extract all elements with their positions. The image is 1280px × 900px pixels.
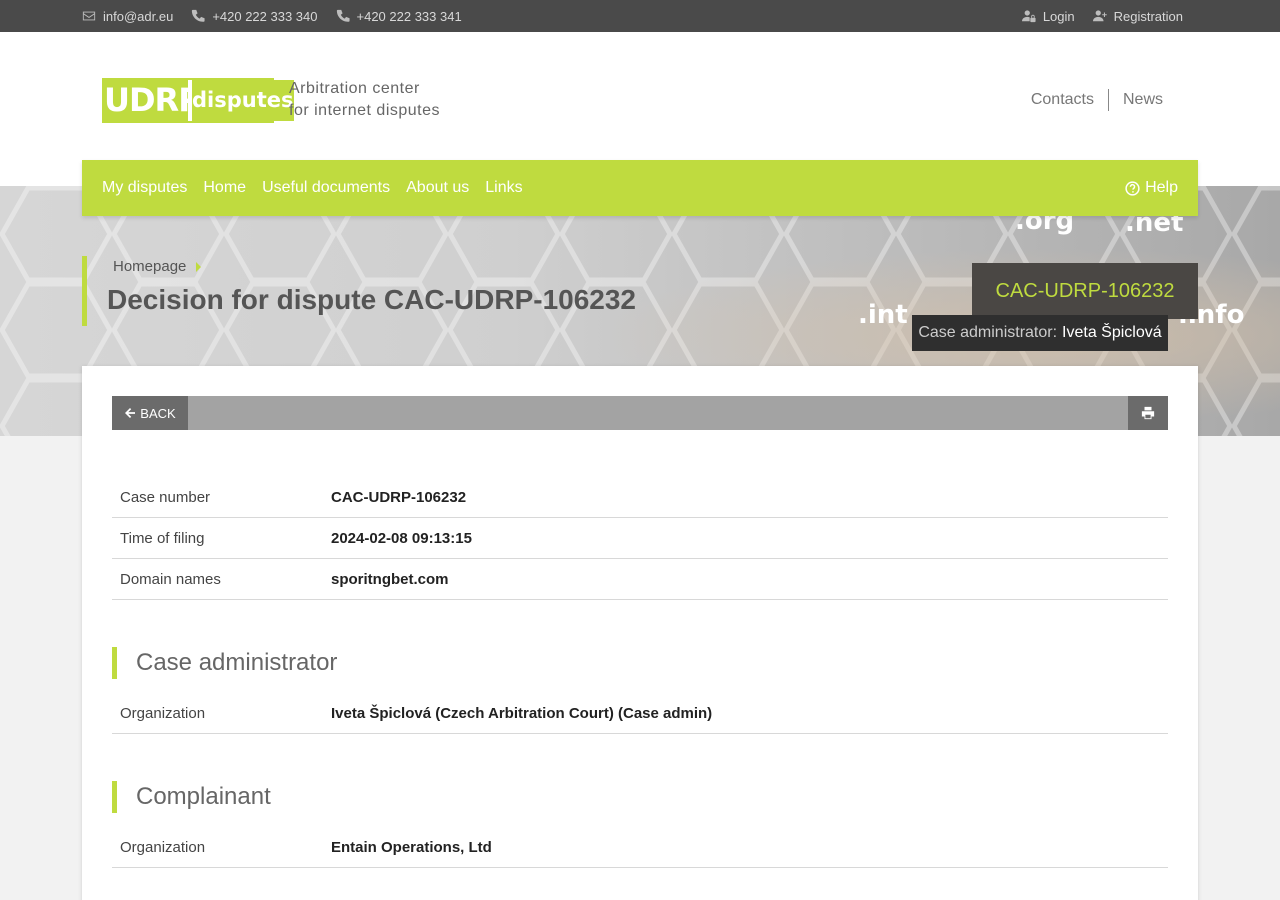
section-case-administrator: Case administrator bbox=[112, 647, 337, 679]
page-title: Decision for dispute CAC-UDRP-106232 bbox=[107, 284, 637, 315]
nav-my-disputes[interactable]: My disputes bbox=[102, 179, 187, 197]
row-label: Time of filing bbox=[120, 529, 205, 547]
logo-disputes: disputes bbox=[190, 80, 294, 121]
caret-right-icon bbox=[196, 261, 202, 272]
case-admin-name: Iveta Špiclová bbox=[1062, 324, 1162, 341]
back-label: BACK bbox=[140, 405, 176, 421]
row-label: Domain names bbox=[120, 570, 221, 588]
phone2-text: +420 222 333 341 bbox=[356, 8, 462, 24]
row-value: Entain Operations, Ltd bbox=[331, 838, 492, 856]
phone1-text: +420 222 333 340 bbox=[212, 8, 318, 24]
help-text: Help bbox=[1145, 179, 1178, 196]
case-number-tag: CAC-UDRP-106232 bbox=[972, 263, 1198, 319]
user-lock-icon bbox=[1021, 10, 1036, 23]
nav-links[interactable]: Links bbox=[485, 179, 522, 197]
site-logo[interactable]: UDRP disputes bbox=[102, 78, 294, 123]
question-circle-icon bbox=[1125, 180, 1140, 196]
domain-int: .int bbox=[858, 300, 908, 330]
envelope-icon bbox=[82, 11, 96, 21]
case-admin-label: Case administrator: bbox=[918, 324, 1058, 341]
row-value: Iveta Špiclová (Czech Arbitration Court)… bbox=[331, 704, 713, 722]
action-toolbar: BACK bbox=[112, 396, 1168, 430]
case-details-table: Case number CAC-UDRP-106232 Time of fili… bbox=[112, 477, 1168, 600]
tagline-line1: Arbitration center bbox=[289, 80, 420, 97]
nav-about-us[interactable]: About us bbox=[406, 179, 469, 197]
row-value: 2024-02-08 09:13:15 bbox=[331, 529, 472, 547]
back-button[interactable]: BACK bbox=[112, 396, 188, 430]
table-row: Case number CAC-UDRP-106232 bbox=[112, 477, 1168, 518]
content-card: BACK Case number CAC-UDRP-106232 Time of… bbox=[82, 366, 1198, 900]
print-button[interactable] bbox=[1128, 396, 1168, 430]
table-row: Time of filing 2024-02-08 09:13:15 bbox=[112, 518, 1168, 559]
row-label: Case number bbox=[120, 488, 211, 506]
main-nav: My disputes Home Useful documents About … bbox=[82, 160, 1198, 216]
phone1-link[interactable]: +420 222 333 340 bbox=[191, 8, 318, 24]
table-row: Organization Entain Operations, Ltd bbox=[112, 827, 1168, 868]
login-link[interactable]: Login bbox=[1021, 8, 1075, 24]
breadcrumb-home[interactable]: Homepage bbox=[113, 258, 186, 275]
page-heading: Homepage Decision for dispute CAC-UDRP-1… bbox=[82, 256, 636, 326]
table-row: Organization Iveta Špiclová (Czech Arbit… bbox=[112, 693, 1168, 734]
phone2-link[interactable]: +420 222 333 341 bbox=[336, 9, 462, 24]
row-label: Organization bbox=[120, 838, 206, 856]
user-plus-icon bbox=[1092, 10, 1107, 22]
row-value: sporitngbet.com bbox=[331, 570, 449, 588]
logo-udrp: UDRP bbox=[104, 80, 202, 121]
help-link[interactable]: Help bbox=[1125, 160, 1178, 216]
phone-icon bbox=[336, 9, 350, 22]
news-link[interactable]: News bbox=[1109, 91, 1163, 109]
nav-useful-documents[interactable]: Useful documents bbox=[262, 179, 390, 197]
contacts-link[interactable]: Contacts bbox=[1017, 91, 1108, 109]
nav-home[interactable]: Home bbox=[203, 179, 246, 197]
row-value: CAC-UDRP-106232 bbox=[331, 488, 467, 506]
email-link[interactable]: info@adr.eu bbox=[82, 9, 173, 24]
contact-info: info@adr.eu +420 222 333 340 +420 222 33… bbox=[82, 0, 462, 32]
registration-link[interactable]: Registration bbox=[1092, 8, 1183, 24]
case-admin-tag: Case administrator: Iveta Špiclová bbox=[912, 315, 1168, 351]
breadcrumb[interactable]: Homepage bbox=[113, 258, 202, 275]
login-text: Login bbox=[1042, 8, 1075, 24]
tagline-line2: for internet disputes bbox=[289, 102, 441, 119]
complainant-table: Organization Entain Operations, Ltd bbox=[112, 827, 1168, 868]
top-bar: info@adr.eu +420 222 333 340 +420 222 33… bbox=[0, 0, 1280, 32]
site-tagline: Arbitration center for internet disputes bbox=[289, 78, 440, 122]
header-links: Contacts News bbox=[1017, 89, 1163, 111]
phone-icon bbox=[192, 9, 205, 22]
arrow-left-icon bbox=[125, 408, 136, 418]
print-icon bbox=[1141, 406, 1155, 420]
section-complainant: Complainant bbox=[112, 781, 271, 813]
email-text: info@adr.eu bbox=[103, 8, 174, 24]
account-links: Login Registration bbox=[1021, 0, 1183, 32]
row-label: Organization bbox=[120, 704, 206, 722]
table-row: Domain names sporitngbet.com bbox=[112, 559, 1168, 600]
case-admin-table: Organization Iveta Špiclová (Czech Arbit… bbox=[112, 693, 1168, 734]
registration-text: Registration bbox=[1113, 8, 1183, 24]
